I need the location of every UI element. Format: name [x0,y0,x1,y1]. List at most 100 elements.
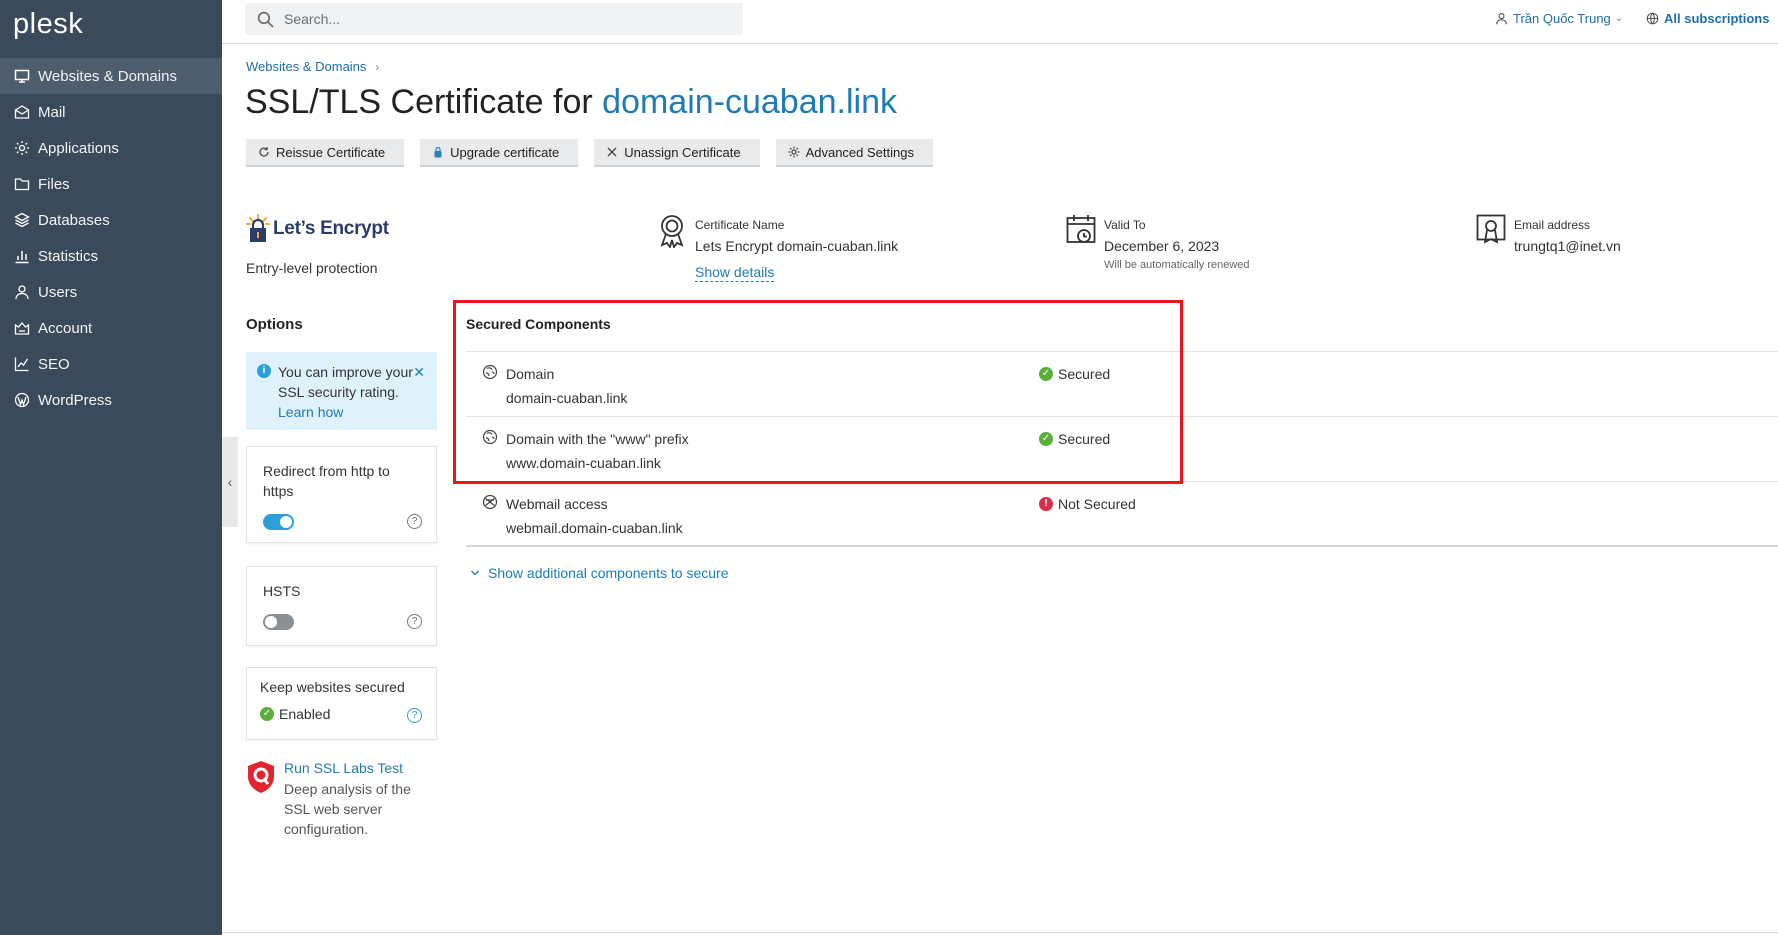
component-host: www.domain-cuaban.link [506,455,661,471]
sidebar-item-databases[interactable]: Databases [0,202,222,238]
sidebar-item-users[interactable]: Users [0,274,222,310]
footer-divider [222,932,1778,933]
lets-encrypt-logo-text: Let’s Encrypt [273,218,389,239]
advanced-settings-label: Advanced Settings [805,144,914,160]
unassign-certificate-label: Unassign Certificate [624,144,741,160]
hsts-label: HSTS [263,583,301,599]
account-icon [14,320,30,336]
sidebar-item-label: WordPress [38,391,112,409]
sidebar-nav: Websites & Domains Mail Applications Fil… [0,58,222,418]
breadcrumb-websites-domains[interactable]: Websites & Domains [246,59,366,74]
auto-renew-note: Will be automatically renewed [1104,259,1250,271]
warning-icon: ! [1039,497,1053,511]
sidebar-item-label: Statistics [38,247,99,265]
component-host: domain-cuaban.link [506,390,628,406]
component-name: Domain [506,366,555,382]
component-host: webmail.domain-cuaban.link [506,520,683,536]
search-box[interactable] [245,3,743,35]
options-title: Options [246,316,303,333]
sidebar-item-files[interactable]: Files [0,166,222,202]
table-row[interactable]: Webmail access webmail.domain-cuaban.lin… [466,482,1778,547]
status-badge: ! Not Secured [1039,496,1136,512]
valid-to-block: Valid To December 6, 2023 Will be automa… [1066,214,1250,271]
status-text: Not Secured [1058,496,1136,512]
database-icon [14,212,30,228]
component-name: Domain with the "www" prefix [506,431,689,447]
webmail-icon [482,494,498,510]
page-title-prefix: SSL/TLS Certificate for [245,83,603,121]
refresh-icon [259,147,269,157]
info-icon: i [257,364,271,378]
status-text: Secured [1058,431,1111,447]
sidebar-item-label: Websites & Domains [38,67,177,85]
page-title-domain[interactable]: domain-cuaban.link [602,83,897,121]
table-row[interactable]: Domain domain-cuaban.link ✓ Secured [466,352,1778,417]
ssl-labs-block: Run SSL Labs Test Deep analysis of the S… [246,760,424,839]
user-menu[interactable]: Trần Quốc Trung ⌄ [1495,11,1623,26]
ssl-labs-description: Deep analysis of the SSL web server conf… [284,781,411,837]
certificate-name-value: Lets Encrypt domain-cuaban.link [695,238,899,254]
keep-secured-status-text: Enabled [279,706,331,722]
reissue-certificate-button[interactable]: Reissue Certificate [246,139,405,167]
folder-icon [14,176,30,192]
chevron-left-icon: ‹ [227,474,233,490]
sidebar-collapse-handle[interactable]: ‹ [222,437,238,527]
redirect-label: Redirect from http to https [263,463,390,499]
status-badge: ✓ Secured [1039,366,1110,382]
page-title: SSL/TLS Certificate for domain-cuaban.li… [245,83,897,122]
close-icon[interactable]: ✕ [413,362,425,382]
check-icon: ✓ [1039,367,1053,381]
help-icon[interactable]: ? [407,708,422,723]
help-icon[interactable]: ? [407,614,422,629]
reissue-certificate-label: Reissue Certificate [276,144,386,160]
run-ssl-labs-link[interactable]: Run SSL Labs Test [284,760,424,776]
help-icon[interactable]: ? [407,514,422,529]
chevron-down-icon [471,570,479,576]
redirect-toggle[interactable] [263,514,294,530]
gear-icon [788,146,800,158]
email-block: Email address trungtq1@inet.vn [1476,214,1621,254]
status-badge: ✓ Secured [1039,431,1110,447]
sidebar-item-label: SEO [38,355,70,373]
sidebar: plesk Websites & Domains Mail Applicatio… [0,0,222,935]
sidebar-item-mail[interactable]: Mail [0,94,222,130]
plesk-logo[interactable]: plesk [13,8,83,41]
sidebar-item-label: Applications [38,139,119,157]
advanced-settings-button[interactable]: Advanced Settings [775,139,933,167]
sidebar-item-account[interactable]: Account [0,310,222,346]
domain-icon [482,429,498,445]
valid-to-value: December 6, 2023 [1104,238,1220,254]
search-icon [257,11,274,28]
sidebar-item-label: Users [38,283,78,301]
hsts-toggle[interactable] [263,614,294,630]
unassign-certificate-button[interactable]: Unassign Certificate [594,139,760,167]
learn-how-link[interactable]: Learn how [278,404,343,420]
sidebar-item-applications[interactable]: Applications [0,130,222,166]
wordpress-icon [14,392,30,408]
certificate-document-icon [1476,214,1506,244]
component-name: Webmail access [506,496,608,512]
sidebar-item-label: Mail [38,103,66,121]
close-icon [607,147,617,157]
lets-encrypt-logo: Let’s Encrypt [246,214,389,244]
upgrade-certificate-button[interactable]: Upgrade certificate [420,139,579,167]
top-bar: Trần Quốc Trung ⌄ All subscriptions [222,0,1778,44]
sidebar-item-seo[interactable]: SEO [0,346,222,382]
sidebar-item-wordpress[interactable]: WordPress [0,382,222,418]
search-input[interactable] [284,11,704,27]
table-row[interactable]: Domain with the "www" prefix www.domain-… [466,417,1778,482]
monitor-icon [14,68,30,84]
all-subscriptions-link[interactable]: All subscriptions [1646,11,1769,26]
show-additional-components-link[interactable]: Show additional components to secure [470,565,728,581]
secured-components-table: Domain domain-cuaban.link ✓ Secured Domai… [466,351,1778,547]
user-icon [1496,13,1507,25]
show-details-link[interactable]: Show details [695,264,775,282]
calendar-clock-icon [1066,215,1096,243]
sidebar-item-statistics[interactable]: Statistics [0,238,222,274]
provider-subtitle: Entry-level protection [246,260,378,276]
certificate-name-block: Certificate Name Lets Encrypt domain-cua… [657,214,898,282]
chevron-down-icon: ⌄ [1614,13,1624,24]
sidebar-item-websites-domains[interactable]: Websites & Domains [0,58,222,94]
certificate-name-label: Certificate Name [695,218,785,232]
sidebar-item-label: Files [38,175,70,193]
